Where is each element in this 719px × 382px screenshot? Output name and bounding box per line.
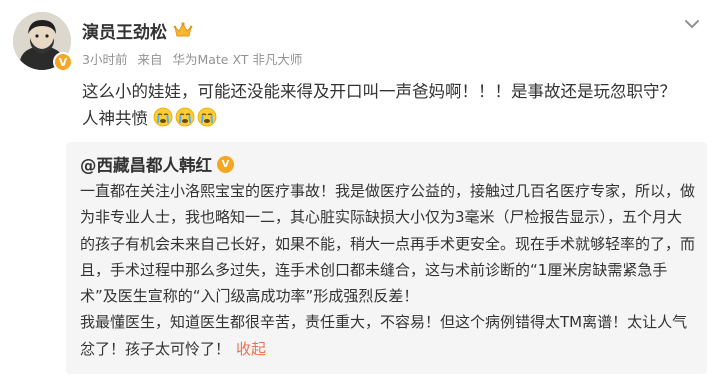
crying-face-icon	[197, 107, 217, 127]
post-meta: 3小时前 来自 华为Mate XT 非凡大师	[82, 49, 308, 68]
post-text-line2: 人神共愤	[82, 109, 148, 128]
verified-badge-icon: V	[53, 52, 73, 72]
post-text-line1: 这么小的娃娃，可能还没能来得及开口叫一声爸妈啊！！！是事故还是玩忽职守？	[82, 82, 676, 101]
crying-face-icon	[153, 107, 173, 127]
weibo-post: V 演员王劲松 3小时前 来自 华为Mate XT 非凡大师 这么小的娃娃，可能…	[0, 0, 719, 382]
crying-face-icon	[175, 107, 195, 127]
post-source: 华为Mate XT 非凡大师	[172, 52, 303, 67]
verified-badge-icon: V	[217, 155, 234, 173]
more-options-button[interactable]	[679, 14, 705, 34]
vip-crown-icon[interactable]	[173, 21, 193, 39]
post-text: 这么小的娃娃，可能还没能来得及开口叫一声爸妈啊！！！是事故还是玩忽职守？ 人神共…	[82, 78, 707, 132]
chevron-down-icon	[685, 20, 699, 28]
post-text-line2-wrap: 人神共愤	[82, 105, 707, 132]
username-row: 演员王劲松	[82, 17, 193, 43]
repost-author[interactable]: @西藏昌都人韩红	[80, 152, 212, 176]
reposted-content[interactable]: @西藏昌都人韩红 V 一直都在关注小洛熙宝宝的医疗事故！我是做医疗公益的，接触过…	[66, 142, 707, 374]
source-prefix: 来自	[137, 52, 163, 67]
repost-paragraph-2-wrap: 我最懂医生，知道医生都很辛苦，责任重大，不容易！但这个病例错得太TM离谱！太让人…	[80, 309, 695, 362]
repost-author-row: @西藏昌都人韩红 V	[80, 152, 234, 176]
repost-paragraph-1: 一直都在关注小洛熙宝宝的医疗事故！我是做医疗公益的，接触过几百名医疗专家，所以，…	[80, 182, 696, 306]
username[interactable]: 演员王劲松	[82, 18, 167, 43]
repost-text: 一直都在关注小洛熙宝宝的医疗事故！我是做医疗公益的，接触过几百名医疗专家，所以，…	[80, 178, 695, 362]
post-time[interactable]: 3小时前	[82, 52, 127, 67]
repost-paragraph-2: 我最懂医生，知道医生都很辛苦，责任重大，不容易！但这个病例错得太TM离谱！太让人…	[80, 313, 688, 358]
avatar-container[interactable]: V	[13, 12, 73, 72]
collapse-link[interactable]: 收起	[236, 340, 266, 358]
